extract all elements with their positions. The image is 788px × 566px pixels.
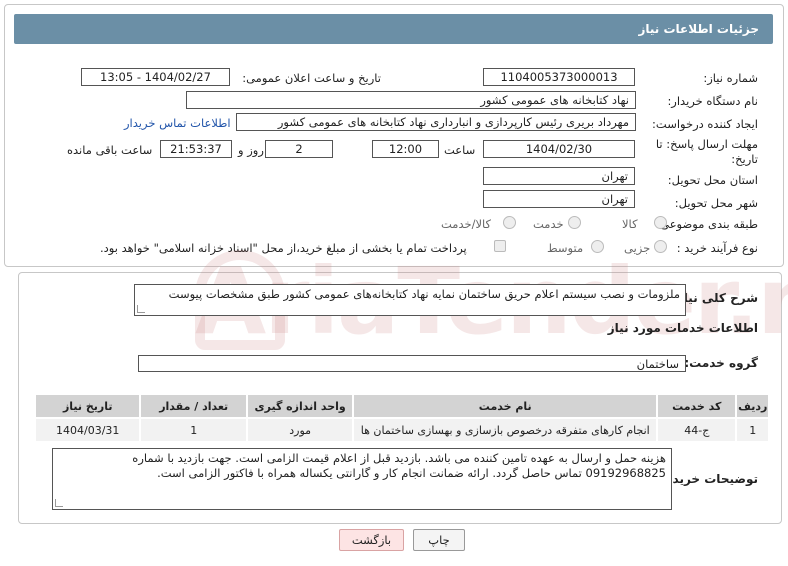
category-radio-goods[interactable] bbox=[654, 216, 667, 229]
col-quantity: تعداد / مقدار bbox=[139, 393, 248, 419]
resize-handle-icon[interactable] bbox=[55, 499, 63, 507]
buyer-notes-line1: هزینه حمل و ارسال به عهده تامین کننده می… bbox=[132, 451, 666, 465]
cell-service-code: ج-44 bbox=[656, 417, 738, 443]
deadline-days-label: روز و bbox=[238, 143, 264, 157]
category-option-goods-service: کالا/خدمت bbox=[441, 217, 492, 231]
process-option-minor: جزیی bbox=[624, 241, 651, 255]
back-button[interactable]: بازگشت bbox=[339, 529, 404, 551]
province-label: استان محل تحویل: bbox=[667, 173, 758, 187]
category-radio-goods-service[interactable] bbox=[503, 216, 516, 229]
summary-text: ملزومات و نصب سیستم اعلام حریق ساختمان ن… bbox=[168, 287, 680, 301]
process-option-medium: متوسط bbox=[547, 241, 584, 255]
province-field[interactable]: تهران bbox=[483, 167, 635, 185]
treasury-note: پرداخت تمام یا بخشی از مبلغ خرید،از محل … bbox=[100, 241, 467, 255]
category-radio-service[interactable] bbox=[568, 216, 581, 229]
resize-handle-icon[interactable] bbox=[137, 305, 145, 313]
city-field[interactable]: تهران bbox=[483, 190, 635, 208]
col-service-code: کد خدمت bbox=[656, 393, 738, 419]
category-option-service: خدمت bbox=[533, 217, 564, 231]
col-row-number: ردیف bbox=[735, 393, 770, 419]
col-unit: واحد اندازه گیری bbox=[245, 393, 355, 419]
col-service-name: نام خدمت bbox=[352, 393, 659, 419]
cell-quantity: 1 bbox=[139, 417, 248, 443]
service-group-label: گروه خدمت: bbox=[684, 356, 758, 370]
cell-need-date: 1404/03/31 bbox=[33, 417, 142, 443]
category-option-goods: کالا bbox=[622, 217, 638, 231]
table-row[interactable]: 1 ج-44 انجام کارهای متفرقه درخصوص بازساز… bbox=[33, 417, 770, 443]
process-label: نوع فرآیند خرید : bbox=[676, 241, 758, 255]
cell-unit: مورد bbox=[245, 417, 355, 443]
buyer-notes-line2: 09192968825 تماس حاصل گردد. ارائه ضمانت … bbox=[157, 466, 666, 480]
requester-field[interactable]: مهرداد بریری رئیس کارپردازی و انبارداری … bbox=[236, 113, 636, 131]
summary-textarea[interactable]: ملزومات و نصب سیستم اعلام حریق ساختمان ن… bbox=[134, 284, 686, 316]
deadline-time-field[interactable]: 12:00 bbox=[372, 140, 439, 158]
deadline-days-field[interactable]: 2 bbox=[265, 140, 333, 158]
buyer-org-field[interactable]: نهاد کتابخانه های عمومی کشور bbox=[186, 91, 636, 109]
process-radio-medium[interactable] bbox=[591, 240, 604, 253]
services-table: ردیف کد خدمت نام خدمت واحد اندازه گیری ت… bbox=[33, 393, 770, 443]
category-label: طبقه بندی موضوعی: bbox=[656, 217, 758, 231]
remaining-time-field[interactable]: 21:53:37 bbox=[160, 140, 232, 158]
cell-service-name: انجام کارهای متفرقه درخصوص بازسازی و بهس… bbox=[352, 417, 659, 443]
services-section-title: اطلاعات خدمات مورد نیاز bbox=[607, 321, 758, 335]
col-need-date: تاریخ نیاز bbox=[33, 393, 142, 419]
panel-title: جزئیات اطلاعات نیاز bbox=[638, 22, 759, 36]
cell-row-number: 1 bbox=[735, 417, 770, 443]
service-group-field[interactable]: ساختمان bbox=[138, 355, 686, 372]
announce-datetime-label: تاریخ و ساعت اعلان عمومی: bbox=[242, 71, 381, 85]
process-radio-minor[interactable] bbox=[654, 240, 667, 253]
print-button[interactable]: چاپ bbox=[413, 529, 465, 551]
buyer-org-label: نام دستگاه خریدار: bbox=[667, 94, 758, 108]
city-label: شهر محل تحویل: bbox=[674, 196, 758, 210]
deadline-date-field[interactable]: 1404/02/30 bbox=[483, 140, 635, 158]
deadline-time-label: ساعت bbox=[444, 143, 476, 157]
buyer-notes-textarea[interactable]: هزینه حمل و ارسال به عهده تامین کننده می… bbox=[52, 448, 672, 510]
need-number-field[interactable]: 1104005373000013 bbox=[483, 68, 635, 86]
deadline-label: مهلت ارسال پاسخ: تا تاریخ: bbox=[655, 137, 758, 166]
treasury-checkbox[interactable] bbox=[494, 240, 506, 252]
requester-label: ایجاد کننده درخواست: bbox=[652, 117, 758, 131]
remaining-time-label: ساعت باقی مانده bbox=[67, 143, 153, 157]
buyer-contact-link[interactable]: اطلاعات تماس خریدار bbox=[124, 116, 231, 130]
need-number-label: شماره نیاز: bbox=[703, 71, 758, 85]
table-header-row: ردیف کد خدمت نام خدمت واحد اندازه گیری ت… bbox=[33, 393, 770, 419]
announce-datetime-field[interactable]: 1404/02/27 - 13:05 bbox=[81, 68, 230, 86]
panel-header: جزئیات اطلاعات نیاز bbox=[14, 14, 773, 44]
